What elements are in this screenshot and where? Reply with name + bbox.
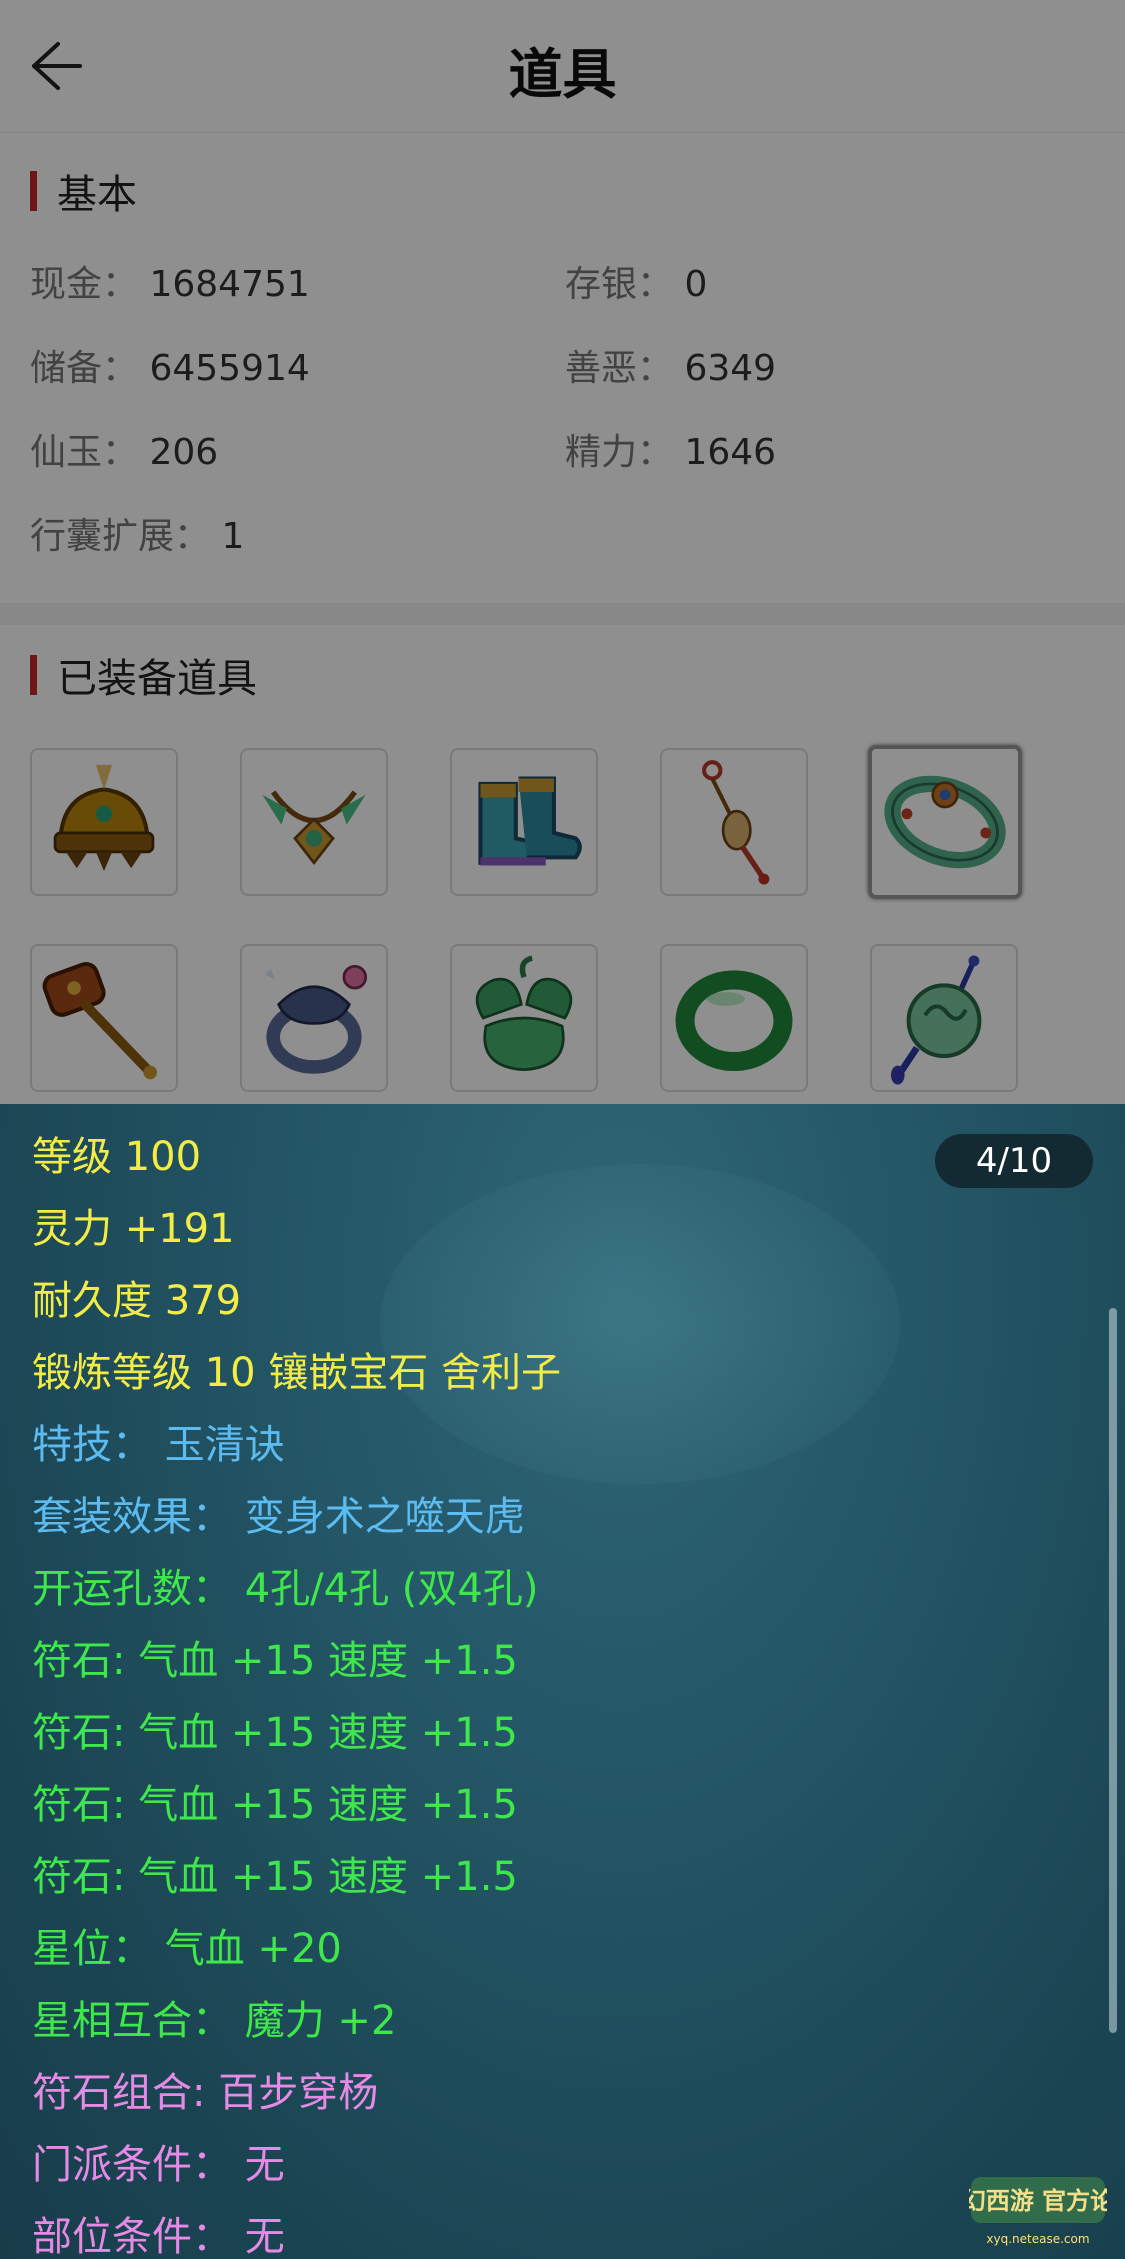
equipped-section-header: 已装备道具 bbox=[30, 653, 257, 702]
ring-icon bbox=[265, 964, 368, 1074]
equipped-section-title: 已装备道具 bbox=[57, 656, 257, 702]
detail-runestone-3: 符石: 气血 +15 速度 +1.5 bbox=[32, 1782, 518, 1828]
detail-set-effect: 套装效果： 变身术之噬天虎 bbox=[32, 1494, 525, 1540]
cash-label: 现金： bbox=[30, 264, 139, 305]
jade-bangle-icon bbox=[675, 970, 793, 1072]
detail-runestone-2: 符石: 气血 +15 速度 +1.5 bbox=[32, 1710, 518, 1756]
deposit-label: 存银： bbox=[565, 264, 674, 305]
equip-slot-ring[interactable] bbox=[240, 944, 388, 1092]
equipped-section: 已装备道具 bbox=[0, 625, 1125, 1105]
section-accent-bar bbox=[30, 655, 37, 695]
basic-section: 基本 现金： 1684751 存银： 0 储备： 6455914 善恶： 634… bbox=[0, 133, 1125, 603]
detail-slot-requirement: 部位条件： 无 bbox=[32, 2214, 285, 2259]
equip-slot-pendant[interactable] bbox=[660, 748, 808, 896]
detail-scrollbar[interactable] bbox=[1109, 1308, 1117, 2033]
page-title: 道具 bbox=[508, 43, 617, 106]
top-nav-bar: 道具 bbox=[0, 0, 1125, 133]
deposit-row: 存银： 0 bbox=[565, 255, 707, 307]
hammer-icon bbox=[42, 961, 158, 1080]
reserve-value: 6455914 bbox=[149, 348, 310, 389]
jade-label: 仙玉： bbox=[30, 432, 139, 473]
detail-special-skill: 特技： 玉清诀 bbox=[32, 1422, 285, 1468]
detail-runestone-combo: 符石组合: 百步穿杨 bbox=[32, 2070, 379, 2116]
detail-star-harmony: 星相互合： 魔力 +2 bbox=[32, 1998, 397, 2044]
detail-star-position: 星位： 气血 +20 bbox=[32, 1926, 342, 1972]
section-divider bbox=[0, 603, 1125, 625]
equip-slot-boots[interactable] bbox=[450, 748, 598, 896]
detail-runestone-1: 符石: 气血 +15 速度 +1.5 bbox=[32, 1638, 518, 1684]
reserve-label: 储备： bbox=[30, 348, 139, 389]
equip-slot-weapon[interactable] bbox=[30, 944, 178, 1092]
energy-row: 精力： 1646 bbox=[565, 423, 776, 475]
bag-expansion-row: 行囊扩展： 1 bbox=[30, 507, 244, 559]
watermark-subtext: xyq.netease.com bbox=[986, 2232, 1089, 2246]
item-counter-badge: 4/10 bbox=[935, 1134, 1093, 1188]
equip-slot-necklace[interactable] bbox=[240, 748, 388, 896]
watermark-text: 梦幻西游 官方论坛 bbox=[969, 2187, 1107, 2215]
bag-expansion-label: 行囊扩展： bbox=[30, 516, 211, 557]
reserve-row: 储备： 6455914 bbox=[30, 339, 310, 391]
detail-runestone-4: 符石: 气血 +15 速度 +1.5 bbox=[32, 1854, 518, 1900]
karma-label: 善恶： bbox=[565, 348, 674, 389]
detail-level: 等级 100 bbox=[32, 1134, 202, 1180]
energy-value: 1646 bbox=[684, 432, 777, 473]
karma-value: 6349 bbox=[684, 348, 777, 389]
cash-value: 1684751 bbox=[149, 264, 310, 305]
detail-durability: 耐久度 379 bbox=[32, 1278, 242, 1324]
boots-icon bbox=[478, 776, 582, 866]
jade-value: 206 bbox=[149, 432, 219, 473]
jade-bracelet-icon bbox=[884, 775, 1006, 869]
karma-row: 善恶： 6349 bbox=[565, 339, 776, 391]
energy-label: 精力： bbox=[565, 432, 674, 473]
detail-school-requirement: 门派条件： 无 bbox=[32, 2142, 285, 2188]
cash-row: 现金： 1684751 bbox=[30, 255, 310, 307]
equip-slot-jade-carving[interactable] bbox=[450, 944, 598, 1092]
panel-background-glow bbox=[380, 1164, 900, 1484]
detail-forge-gem: 锻炼等级 10 镶嵌宝石 舍利子 bbox=[32, 1350, 562, 1396]
equip-slot-jade-bracelet[interactable] bbox=[868, 745, 1022, 899]
jade-amulet-icon bbox=[890, 955, 982, 1085]
jade-carving-icon bbox=[475, 955, 573, 1072]
bag-expansion-value: 1 bbox=[221, 516, 245, 557]
detail-spirit: 灵力 +191 bbox=[32, 1206, 235, 1252]
helmet-icon bbox=[53, 764, 155, 871]
jade-row: 仙玉： 206 bbox=[30, 423, 218, 475]
deposit-value: 0 bbox=[684, 264, 708, 305]
basic-section-title: 基本 bbox=[57, 172, 137, 218]
necklace-icon bbox=[262, 790, 366, 866]
detail-lucky-holes: 开运孔数： 4孔/4孔 (双4孔) bbox=[32, 1566, 539, 1612]
item-detail-panel: 4/10 等级 100 灵力 +191 耐久度 379 锻炼等级 10 镶嵌宝石… bbox=[0, 1104, 1125, 2259]
watermark-logo: 梦幻西游 官方论坛 xyq.netease.com bbox=[938, 2171, 1125, 2251]
equip-slot-jade-bangle[interactable] bbox=[660, 944, 808, 1092]
equip-slot-helmet[interactable] bbox=[30, 748, 178, 896]
basic-section-header: 基本 bbox=[30, 169, 137, 218]
section-accent-bar bbox=[30, 171, 37, 211]
pendant-icon bbox=[702, 760, 770, 885]
equip-slot-jade-amulet[interactable] bbox=[870, 944, 1018, 1092]
